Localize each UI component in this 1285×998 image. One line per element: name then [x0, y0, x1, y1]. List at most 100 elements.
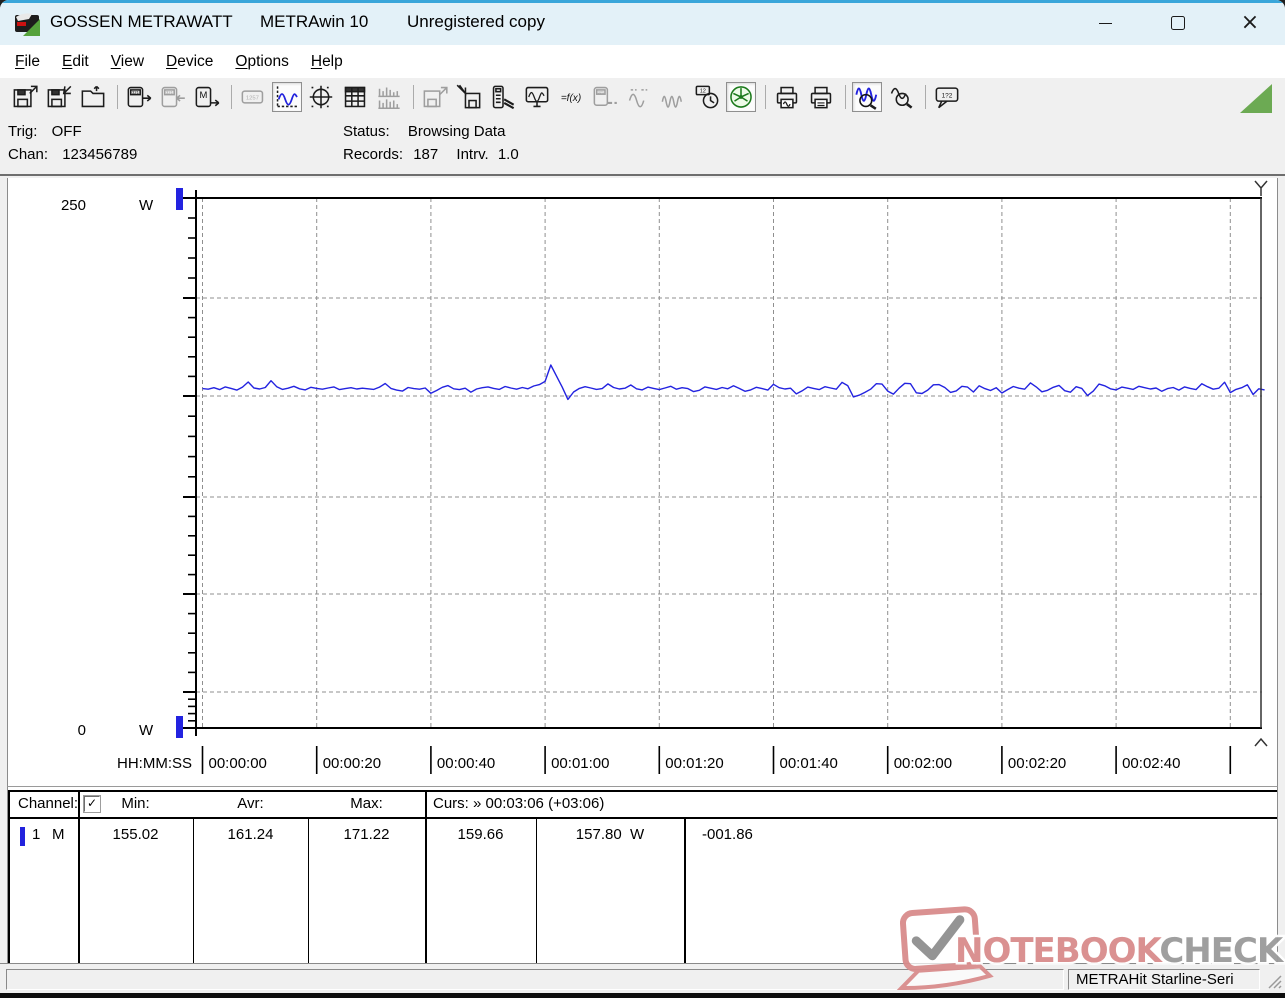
svg-text:321: 321: [132, 90, 140, 95]
gauge-icon: [730, 86, 752, 108]
formula-icon: =f(x): [561, 93, 581, 104]
cursor-handle-top[interactable]: [1254, 180, 1268, 196]
menu-help[interactable]: Help: [300, 49, 354, 75]
svg-text:NOTEBOOKCHECK: NOTEBOOKCHECK: [955, 931, 1285, 971]
callout-button[interactable]: 1?2: [932, 82, 962, 112]
col-header-channel: Channel:: [18, 795, 79, 812]
chan-value: 123456789: [62, 146, 138, 163]
record-file-button[interactable]: [454, 82, 484, 112]
close-button[interactable]: ×: [1227, 8, 1273, 38]
svg-text:12: 12: [700, 89, 706, 95]
save-import-icon: [47, 85, 72, 108]
row-delta-value: -001.86: [702, 826, 753, 843]
menu-bar: File Edit View Device Options Help: [0, 45, 1285, 78]
svg-text:250: 250: [61, 197, 86, 214]
svg-text:00:00:40: 00:00:40: [437, 755, 495, 772]
open-folder-button[interactable]: [78, 82, 108, 112]
status-value: Browsing Data: [407, 123, 506, 140]
info-strip: Trig: OFF Chan: 123456789 Status: Browsi…: [0, 116, 1285, 176]
callout-icon: 1?2: [935, 87, 959, 109]
zoom-point-button[interactable]: [886, 82, 916, 112]
svg-text:00:01:20: 00:01:20: [665, 755, 723, 772]
channel-color-bar: [20, 827, 25, 846]
monitor-live-icon: [525, 86, 549, 108]
table-left-border: [8, 790, 10, 963]
svg-text:00:00:00: 00:00:00: [209, 755, 267, 772]
wave-cursors-button: [624, 82, 654, 112]
svg-text:=f(x): =f(x): [561, 93, 581, 104]
zoom-curve-button[interactable]: [852, 82, 882, 112]
svg-text:0: 0: [78, 722, 86, 739]
save-export-icon: [13, 85, 38, 108]
device-read-button[interactable]: 321: [124, 82, 154, 112]
menu-view[interactable]: View: [100, 49, 155, 75]
col-header-avr: Avr:: [237, 795, 264, 812]
display-values-icon: 1257: [241, 90, 264, 104]
row-max-value: 171.22: [343, 826, 390, 843]
toolbar-separator: [925, 85, 926, 109]
formula-button[interactable]: =f(x): [556, 82, 586, 112]
print-graph-button[interactable]: [772, 82, 802, 112]
title-bar: GOSSEN METRAWATT METRAwin 10 Unregistere…: [0, 0, 1285, 45]
gauge-button[interactable]: [726, 82, 756, 112]
power-trace: [202, 364, 1265, 401]
svg-text:00:02:00: 00:02:00: [894, 755, 952, 772]
cursor-handle-bottom[interactable]: [1254, 737, 1268, 747]
metrawin-window: GOSSEN METRAWATT METRAwin 10 Unregistere…: [0, 0, 1285, 998]
export-file-icon: [423, 86, 448, 108]
app-icon: [15, 13, 40, 36]
histogram-button: [374, 82, 404, 112]
save-import-button[interactable]: [44, 82, 74, 112]
menu-edit[interactable]: Edit: [51, 49, 100, 75]
trend-chart-button[interactable]: [272, 82, 302, 112]
print-button[interactable]: [806, 82, 836, 112]
device-io-icon: 321: [593, 86, 617, 107]
save-export-button[interactable]: [10, 82, 40, 112]
svg-text:00:02:20: 00:02:20: [1008, 755, 1066, 772]
memory-read-button[interactable]: M: [192, 82, 222, 112]
wave-multi-icon: [661, 95, 683, 108]
interval-label: Intrv.: [456, 146, 489, 163]
notebookcheck-watermark: NOTEBOOKCHECK: [896, 906, 1285, 990]
svg-text:W: W: [139, 722, 154, 739]
cursor-b-unit: W: [630, 826, 645, 843]
device-write-icon: 321: [161, 86, 185, 108]
minimize-button[interactable]: [1082, 8, 1128, 38]
svg-text:W: W: [139, 197, 154, 214]
menu-device[interactable]: Device: [155, 49, 224, 75]
row-cursor-b-value: 157.80 W: [536, 826, 684, 843]
close-icon: ×: [1240, 10, 1260, 35]
wave-cursors-icon: [628, 89, 648, 108]
watermark-check-text: CHECK: [1159, 931, 1285, 971]
col-header-min: Min:: [121, 795, 150, 812]
export-file-button: [420, 82, 450, 112]
device-read-icon: 321: [127, 86, 152, 108]
table-top-border: [8, 790, 1277, 792]
row-cursor-a-value: 159.66: [457, 826, 504, 843]
table-header-border: [8, 817, 1277, 819]
device-write-button: 321: [158, 82, 188, 112]
trend-chart: 00:00:00 00:00:20 00:00:40 00:01:00 00:01:20…: [61, 180, 1268, 774]
interval-value: 1.0: [497, 146, 519, 163]
menu-file[interactable]: File: [4, 49, 51, 75]
table-view-button[interactable]: [340, 82, 370, 112]
minimize-icon: [1098, 22, 1112, 24]
y-range-marker-top: [176, 188, 183, 210]
status-label: Status:: [343, 123, 390, 140]
menu-options[interactable]: Options: [224, 49, 299, 75]
maximize-button[interactable]: [1155, 8, 1201, 38]
table-divider-curs: [425, 790, 427, 963]
xy-scope-button[interactable]: [306, 82, 336, 112]
chan-label: Chan:: [8, 146, 49, 163]
svg-text:00:02:40: 00:02:40: [1122, 755, 1180, 772]
monitor-live-button[interactable]: [522, 82, 552, 112]
license-note: Unregistered copy: [407, 12, 545, 31]
toolbar-separator: [117, 85, 118, 109]
trend-chart-icon: [276, 86, 298, 108]
table-view-icon: [344, 86, 366, 108]
device-setup-button[interactable]: [488, 82, 518, 112]
time-clock-button[interactable]: 12: [692, 82, 722, 112]
svg-text:321: 321: [166, 90, 174, 95]
watermark-notebook-text: NOTEBOOK: [955, 931, 1163, 971]
svg-text:321: 321: [598, 90, 605, 95]
